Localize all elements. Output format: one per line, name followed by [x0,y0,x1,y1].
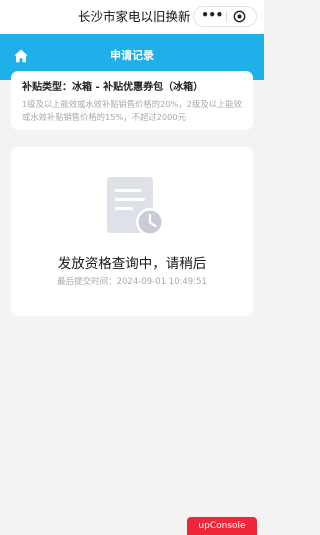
close-circle-icon[interactable] [233,10,246,23]
capsule-divider [226,11,227,22]
subsidy-description: 1级及以上能效或水效补贴销售价格的20%，2级及以上能效或水效补贴销售价格的15… [22,99,242,122]
document-clock-icon [107,177,164,236]
page-title: 申请记录 [110,49,154,62]
subsidy-info-card: 补贴类型：冰箱 - 补贴优惠券包（冰箱） 1级及以上能效或水效补贴销售价格的20… [11,71,253,130]
capsule-menu: ••• [193,6,257,27]
app-title: 长沙市家电以旧换新 [78,9,191,24]
last-submit-time: 最后提交时间：2024-09-01 10:49:51 [57,277,207,287]
more-menu-button[interactable]: ••• [201,7,223,26]
mini-program-top-bar: 长沙市家电以旧换新 ••• [0,0,264,34]
status-title: 发放资格查询中，请稍后 [57,256,207,272]
status-card: 发放资格查询中，请稍后 最后提交时间：2024-09-01 10:49:51 [11,147,253,316]
upconsole-button[interactable]: upConsole [187,517,257,535]
subsidy-type: 补贴类型：冰箱 - 补贴优惠券包（冰箱） [22,82,204,93]
